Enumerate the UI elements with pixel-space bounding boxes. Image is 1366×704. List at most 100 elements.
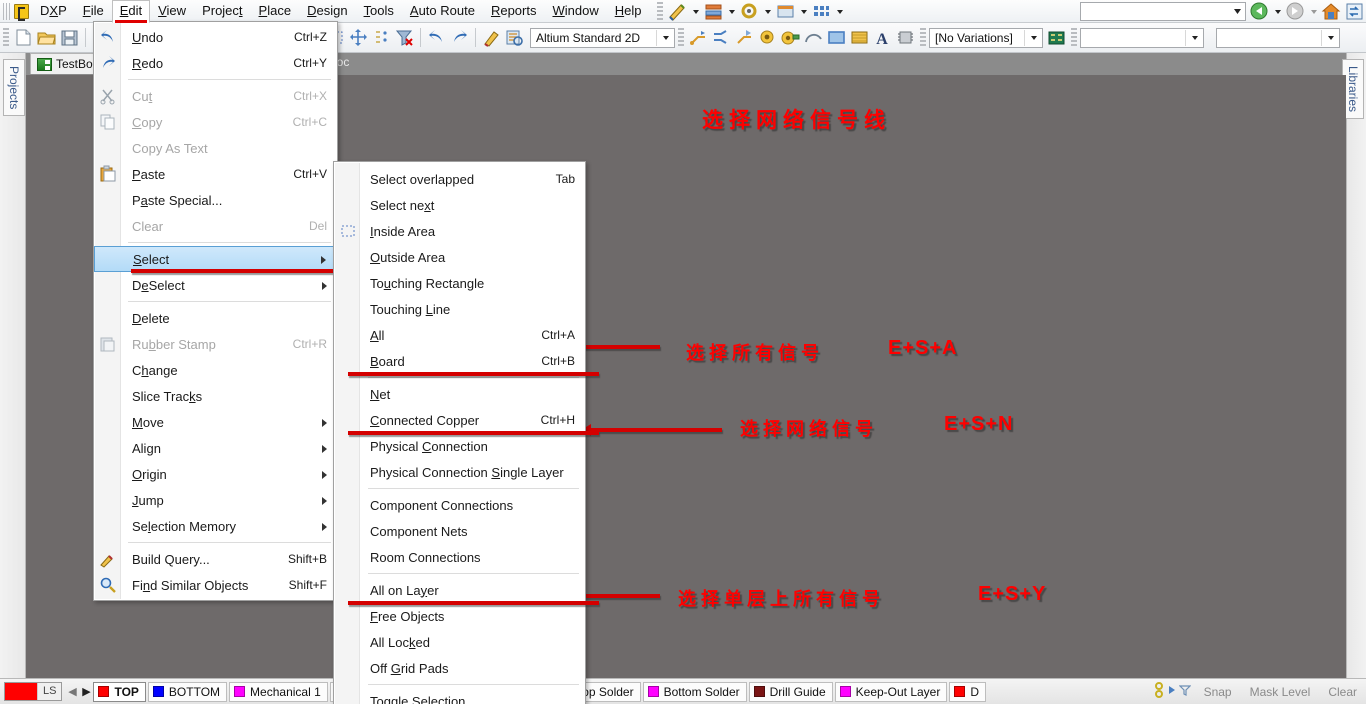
grid-settings-icon[interactable] [739, 1, 760, 22]
select-item-board[interactable]: BoardCtrl+B [334, 348, 585, 374]
home-icon[interactable] [1321, 1, 1342, 22]
deselect-all-icon[interactable] [371, 27, 392, 48]
layer-tab-mechanical-1[interactable]: Mechanical 1 [229, 682, 328, 702]
save-icon[interactable] [59, 27, 80, 48]
menu-file[interactable]: File [75, 0, 112, 22]
menu-help[interactable]: Help [607, 0, 650, 22]
edit-item-delete[interactable]: Delete [94, 305, 337, 331]
menu-view[interactable]: View [150, 0, 194, 22]
edit-item-align[interactable]: Align [94, 435, 337, 461]
layer-filter-icon[interactable] [1179, 684, 1191, 699]
pcb-board-icon[interactable] [1046, 27, 1067, 48]
select-item-inside-area[interactable]: Inside Area [334, 218, 585, 244]
status-button-snap[interactable]: Snap [1195, 685, 1241, 699]
board-inspector-icon[interactable] [504, 27, 525, 48]
variations-arrow[interactable] [1026, 29, 1042, 47]
layer-scroll-left[interactable]: ◀ [65, 685, 79, 698]
menu-window[interactable]: Window [544, 0, 606, 22]
place-polygon-pour-icon[interactable] [849, 27, 870, 48]
view-config-arrow[interactable] [658, 29, 674, 47]
chevron-down-icon-1[interactable] [690, 1, 701, 22]
chevron-down-icon-3[interactable] [762, 1, 773, 22]
layer-tab-d[interactable]: D [949, 682, 986, 702]
menu-project[interactable]: Project [194, 0, 250, 22]
interactive-routing-icon[interactable] [688, 27, 709, 48]
undo-toolbar-icon[interactable] [426, 27, 447, 48]
select-item-outside-area[interactable]: Outside Area [334, 244, 585, 270]
menubar-grip[interactable] [3, 3, 10, 20]
edit-item-paste-special[interactable]: Paste Special... [94, 187, 337, 213]
layer-state-icons[interactable] [1149, 681, 1195, 702]
select-item-all-on-layer[interactable]: All on Layer [334, 577, 585, 603]
edit-item-redo[interactable]: RedoCtrl+Y [94, 50, 337, 76]
edit-item-find-similar-objects[interactable]: Find Similar ObjectsShift+F [94, 572, 337, 598]
menu-place[interactable]: Place [251, 0, 300, 22]
menu-edit[interactable]: Edit [112, 0, 150, 23]
address-dropdown-icon[interactable] [1230, 3, 1245, 20]
edit-item-jump[interactable]: Jump [94, 487, 337, 513]
toolbar-grip-4[interactable] [1071, 28, 1077, 47]
place-via-icon[interactable] [757, 27, 778, 48]
document-tab-testboard[interactable]: TestBoa [30, 53, 102, 74]
layer-set-box[interactable]: LS [4, 682, 62, 701]
layer-scroll-right[interactable]: ▶ [79, 685, 93, 698]
status-button-clear[interactable]: Clear [1319, 685, 1366, 699]
layer-play-icon[interactable] [1167, 684, 1177, 699]
toolbar-combo-3[interactable] [1080, 28, 1204, 48]
toolbar-grip-3[interactable] [920, 28, 926, 47]
edit-item-move[interactable]: Move [94, 409, 337, 435]
edit-item-origin[interactable]: Origin [94, 461, 337, 487]
toolbar-grip-1[interactable] [3, 28, 9, 47]
status-button-mask-level[interactable]: Mask Level [1241, 685, 1320, 699]
menu-design[interactable]: Design [299, 0, 355, 22]
menu-tools[interactable]: Tools [356, 0, 402, 22]
select-item-physical-connection[interactable]: Physical Connection [334, 433, 585, 459]
layer-tab-bottom[interactable]: BOTTOM [148, 682, 227, 702]
clear-filter-icon[interactable] [394, 27, 415, 48]
place-component-icon[interactable] [895, 27, 916, 48]
select-item-net[interactable]: Net [334, 381, 585, 407]
select-item-touching-line[interactable]: Touching Line [334, 296, 585, 322]
move-selection-icon[interactable] [348, 27, 369, 48]
panel-tab-projects[interactable]: Projects [3, 59, 25, 116]
nav-back-icon[interactable] [1249, 1, 1270, 22]
refresh-icon[interactable] [1344, 1, 1365, 22]
select-item-all-locked[interactable]: All Locked [334, 629, 585, 655]
select-item-off-grid-pads[interactable]: Off Grid Pads [334, 655, 585, 681]
select-item-component-connections[interactable]: Component Connections [334, 492, 585, 518]
place-fill-icon[interactable] [826, 27, 847, 48]
chevron-down-icon-5[interactable] [834, 1, 845, 22]
select-item-select-overlapped[interactable]: Select overlappedTab [334, 166, 585, 192]
toolbar-combo-4[interactable] [1216, 28, 1340, 48]
layer-tab-bottom-solder[interactable]: Bottom Solder [643, 682, 747, 702]
layers-stack-icon[interactable] [703, 1, 724, 22]
differential-pair-routing-icon[interactable] [711, 27, 732, 48]
select-item-connected-copper[interactable]: Connected CopperCtrl+H [334, 407, 585, 433]
nav-back-dropdown-icon[interactable] [1272, 1, 1283, 22]
edit-item-slice-tracks[interactable]: Slice Tracks [94, 383, 337, 409]
grid-array-icon[interactable] [811, 1, 832, 22]
layer-chain-icon[interactable] [1153, 681, 1165, 702]
redo-toolbar-icon[interactable] [449, 27, 470, 48]
menu-dxp[interactable]: DXP [32, 0, 75, 22]
toolbar-grip-2[interactable] [678, 28, 684, 47]
edit-item-paste[interactable]: PasteCtrl+V [94, 161, 337, 187]
layer-tab-drill-guide[interactable]: Drill Guide [749, 682, 833, 702]
edit-item-select[interactable]: Select [94, 246, 337, 272]
select-item-select-next[interactable]: Select next [334, 192, 585, 218]
view-config-combo[interactable]: Altium Standard 2D [530, 28, 675, 48]
edit-item-deselect[interactable]: DeSelect [94, 272, 337, 298]
edit-item-change[interactable]: Change [94, 357, 337, 383]
edit-item-build-query[interactable]: Build Query...Shift+B [94, 546, 337, 572]
select-item-free-objects[interactable]: Free Objects [334, 603, 585, 629]
chevron-down-icon-2[interactable] [726, 1, 737, 22]
open-document-icon[interactable] [36, 27, 57, 48]
menu-auto-route[interactable]: Auto Route [402, 0, 483, 22]
variations-combo[interactable]: [No Variations] [929, 28, 1043, 48]
place-arc-icon[interactable] [803, 27, 824, 48]
board-insight-icon[interactable] [775, 1, 796, 22]
select-item-all[interactable]: AllCtrl+A [334, 322, 585, 348]
combo4-arrow[interactable] [1323, 29, 1339, 47]
combo3-arrow[interactable] [1187, 29, 1203, 47]
place-pad-icon[interactable] [780, 27, 801, 48]
